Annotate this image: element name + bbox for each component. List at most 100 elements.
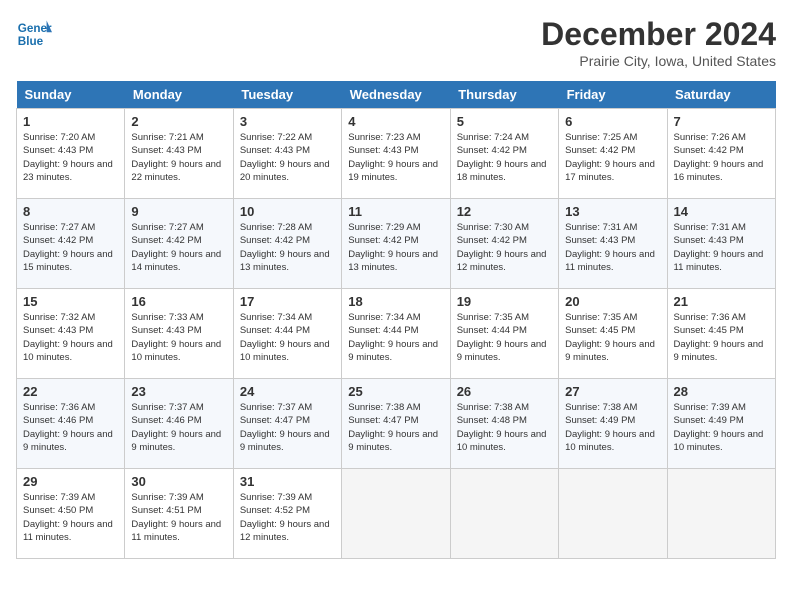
weekday-header-saturday: Saturday (667, 81, 775, 109)
calendar-cell: 23Sunrise: 7:37 AMSunset: 4:46 PMDayligh… (125, 379, 233, 469)
day-info: Sunrise: 7:39 AMSunset: 4:49 PMDaylight:… (674, 401, 769, 454)
calendar-cell (450, 469, 558, 559)
calendar-cell: 3 Sunrise: 7:22 AMSunset: 4:43 PMDaylight… (233, 109, 341, 199)
calendar-cell (342, 469, 450, 559)
day-number: 13 (565, 204, 660, 219)
calendar-cell: 2 Sunrise: 7:21 AMSunset: 4:43 PMDaylight… (125, 109, 233, 199)
calendar-cell: 1 Sunrise: 7:20 AMSunset: 4:43 PMDaylight… (17, 109, 125, 199)
day-info: Sunrise: 7:36 AMSunset: 4:46 PMDaylight:… (23, 401, 118, 454)
title-area: December 2024 Prairie City, Iowa, United… (541, 16, 776, 69)
day-info: Sunrise: 7:24 AMSunset: 4:42 PMDaylight:… (457, 131, 552, 184)
weekday-header-thursday: Thursday (450, 81, 558, 109)
day-info: Sunrise: 7:38 AMSunset: 4:47 PMDaylight:… (348, 401, 443, 454)
day-info: Sunrise: 7:38 AMSunset: 4:49 PMDaylight:… (565, 401, 660, 454)
day-number: 3 (240, 114, 335, 129)
day-info: Sunrise: 7:39 AMSunset: 4:51 PMDaylight:… (131, 491, 226, 544)
calendar-cell: 17 Sunrise: 7:34 AMSunset: 4:44 PMDayligh… (233, 289, 341, 379)
day-info: Sunrise: 7:34 AMSunset: 4:44 PMDaylight:… (240, 311, 335, 364)
weekday-header-tuesday: Tuesday (233, 81, 341, 109)
calendar-cell: 14Sunrise: 7:31 AMSunset: 4:43 PMDayligh… (667, 199, 775, 289)
day-number: 25 (348, 384, 443, 399)
day-info: Sunrise: 7:39 AMSunset: 4:52 PMDaylight:… (240, 491, 335, 544)
day-number: 10 (240, 204, 335, 219)
day-info: Sunrise: 7:33 AMSunset: 4:43 PMDaylight:… (131, 311, 226, 364)
day-info: Sunrise: 7:26 AMSunset: 4:42 PMDaylight:… (674, 131, 769, 184)
day-info: Sunrise: 7:25 AMSunset: 4:42 PMDaylight:… (565, 131, 660, 184)
day-number: 8 (23, 204, 118, 219)
calendar-cell: 16 Sunrise: 7:33 AMSunset: 4:43 PMDayligh… (125, 289, 233, 379)
day-number: 21 (674, 294, 769, 309)
day-number: 30 (131, 474, 226, 489)
day-info: Sunrise: 7:37 AMSunset: 4:47 PMDaylight:… (240, 401, 335, 454)
calendar-cell: 30 Sunrise: 7:39 AMSunset: 4:51 PMDayligh… (125, 469, 233, 559)
day-number: 31 (240, 474, 335, 489)
calendar-cell: 10 Sunrise: 7:28 AMSunset: 4:42 PMDayligh… (233, 199, 341, 289)
calendar-cell: 7 Sunrise: 7:26 AMSunset: 4:42 PMDaylight… (667, 109, 775, 199)
weekday-header-monday: Monday (125, 81, 233, 109)
day-number: 29 (23, 474, 118, 489)
day-number: 18 (348, 294, 443, 309)
day-info: Sunrise: 7:34 AMSunset: 4:44 PMDaylight:… (348, 311, 443, 364)
calendar-cell: 31 Sunrise: 7:39 AMSunset: 4:52 PMDayligh… (233, 469, 341, 559)
calendar-cell: 25 Sunrise: 7:38 AMSunset: 4:47 PMDayligh… (342, 379, 450, 469)
calendar-cell (667, 469, 775, 559)
day-info: Sunrise: 7:29 AMSunset: 4:42 PMDaylight:… (348, 221, 443, 274)
day-number: 6 (565, 114, 660, 129)
day-info: Sunrise: 7:22 AMSunset: 4:43 PMDaylight:… (240, 131, 335, 184)
day-number: 19 (457, 294, 552, 309)
day-number: 1 (23, 114, 118, 129)
day-number: 27 (565, 384, 660, 399)
calendar-cell: 11Sunrise: 7:29 AMSunset: 4:42 PMDayligh… (342, 199, 450, 289)
weekday-header-wednesday: Wednesday (342, 81, 450, 109)
day-info: Sunrise: 7:36 AMSunset: 4:45 PMDaylight:… (674, 311, 769, 364)
calendar-cell: 22 Sunrise: 7:36 AMSunset: 4:46 PMDayligh… (17, 379, 125, 469)
calendar-cell: 29 Sunrise: 7:39 AMSunset: 4:50 PMDayligh… (17, 469, 125, 559)
day-info: Sunrise: 7:39 AMSunset: 4:50 PMDaylight:… (23, 491, 118, 544)
day-number: 20 (565, 294, 660, 309)
day-info: Sunrise: 7:38 AMSunset: 4:48 PMDaylight:… (457, 401, 552, 454)
calendar-cell: 8 Sunrise: 7:27 AMSunset: 4:42 PMDaylight… (17, 199, 125, 289)
calendar-cell (559, 469, 667, 559)
calendar-cell: 20 Sunrise: 7:35 AMSunset: 4:45 PMDayligh… (559, 289, 667, 379)
day-number: 15 (23, 294, 118, 309)
weekday-header-sunday: Sunday (17, 81, 125, 109)
day-number: 17 (240, 294, 335, 309)
location: Prairie City, Iowa, United States (541, 53, 776, 69)
day-info: Sunrise: 7:35 AMSunset: 4:45 PMDaylight:… (565, 311, 660, 364)
calendar-cell: 4 Sunrise: 7:23 AMSunset: 4:43 PMDaylight… (342, 109, 450, 199)
calendar-cell: 5Sunrise: 7:24 AMSunset: 4:42 PMDaylight… (450, 109, 558, 199)
day-number: 4 (348, 114, 443, 129)
day-number: 26 (457, 384, 552, 399)
day-info: Sunrise: 7:27 AMSunset: 4:42 PMDaylight:… (23, 221, 118, 274)
day-info: Sunrise: 7:31 AMSunset: 4:43 PMDaylight:… (674, 221, 769, 274)
calendar-cell: 18 Sunrise: 7:34 AMSunset: 4:44 PMDayligh… (342, 289, 450, 379)
svg-text:Blue: Blue (18, 35, 44, 48)
calendar-cell: 27 Sunrise: 7:38 AMSunset: 4:49 PMDayligh… (559, 379, 667, 469)
day-info: Sunrise: 7:27 AMSunset: 4:42 PMDaylight:… (131, 221, 226, 274)
calendar-cell: 26 Sunrise: 7:38 AMSunset: 4:48 PMDayligh… (450, 379, 558, 469)
calendar-table: SundayMondayTuesdayWednesdayThursdayFrid… (16, 81, 776, 559)
calendar-cell: 28 Sunrise: 7:39 AMSunset: 4:49 PMDayligh… (667, 379, 775, 469)
calendar-cell: 9Sunrise: 7:27 AMSunset: 4:42 PMDaylight… (125, 199, 233, 289)
day-info: Sunrise: 7:28 AMSunset: 4:42 PMDaylight:… (240, 221, 335, 274)
month-title: December 2024 (541, 16, 776, 53)
day-number: 2 (131, 114, 226, 129)
day-info: Sunrise: 7:35 AMSunset: 4:44 PMDaylight:… (457, 311, 552, 364)
day-number: 24 (240, 384, 335, 399)
day-number: 7 (674, 114, 769, 129)
calendar-cell: 6 Sunrise: 7:25 AMSunset: 4:42 PMDaylight… (559, 109, 667, 199)
calendar-cell: 21 Sunrise: 7:36 AMSunset: 4:45 PMDayligh… (667, 289, 775, 379)
day-number: 23 (131, 384, 226, 399)
day-info: Sunrise: 7:21 AMSunset: 4:43 PMDaylight:… (131, 131, 226, 184)
weekday-header-friday: Friday (559, 81, 667, 109)
day-number: 16 (131, 294, 226, 309)
calendar-cell: 15Sunrise: 7:32 AMSunset: 4:43 PMDayligh… (17, 289, 125, 379)
day-info: Sunrise: 7:23 AMSunset: 4:43 PMDaylight:… (348, 131, 443, 184)
logo: General Blue (16, 16, 52, 52)
calendar-cell: 24 Sunrise: 7:37 AMSunset: 4:47 PMDayligh… (233, 379, 341, 469)
day-info: Sunrise: 7:20 AMSunset: 4:43 PMDaylight:… (23, 131, 118, 184)
calendar-cell: 19 Sunrise: 7:35 AMSunset: 4:44 PMDayligh… (450, 289, 558, 379)
day-number: 28 (674, 384, 769, 399)
day-number: 22 (23, 384, 118, 399)
day-info: Sunrise: 7:31 AMSunset: 4:43 PMDaylight:… (565, 221, 660, 274)
